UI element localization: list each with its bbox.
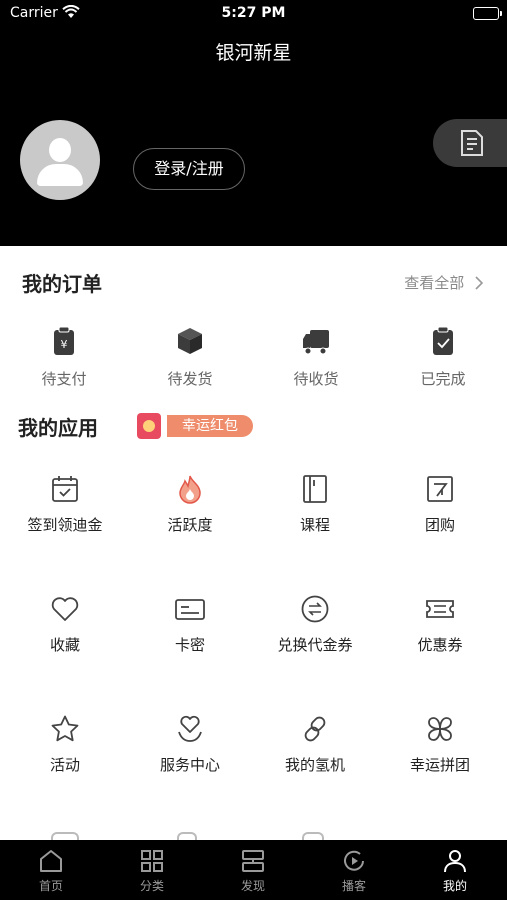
clipboard-check-icon bbox=[433, 326, 453, 355]
tab-label: 播客 bbox=[341, 879, 366, 893]
link-icon bbox=[304, 716, 326, 742]
next-row-icon-peek bbox=[302, 832, 324, 840]
avatar[interactable] bbox=[20, 120, 100, 200]
heart-icon bbox=[51, 597, 79, 621]
truck-icon bbox=[303, 330, 329, 355]
person-icon bbox=[444, 850, 466, 873]
grid-icon bbox=[141, 850, 163, 872]
app-label: 课程 bbox=[299, 516, 330, 534]
status-bar: Carrier 5:27 PM bbox=[0, 0, 507, 28]
app-label: 收藏 bbox=[49, 636, 80, 654]
document-icon bbox=[461, 130, 483, 156]
star-icon bbox=[51, 715, 79, 742]
app-label: 服务中心 bbox=[159, 756, 220, 774]
tab-discover[interactable]: 发现 bbox=[208, 848, 298, 894]
app-label: 优惠券 bbox=[417, 636, 463, 654]
chevron-right-icon bbox=[475, 276, 484, 294]
next-row-icon-peek bbox=[51, 832, 79, 840]
app-label: 签到领迪金 bbox=[27, 516, 103, 534]
svg-text:¥: ¥ bbox=[61, 338, 68, 351]
tab-categories[interactable]: 分类 bbox=[107, 848, 197, 894]
clover-icon bbox=[428, 717, 452, 741]
discover-icon bbox=[242, 850, 264, 872]
flame-icon bbox=[179, 475, 201, 504]
app-label: 团购 bbox=[424, 516, 455, 534]
status-time: 5:27 PM bbox=[221, 5, 286, 21]
app-coupons[interactable]: 优惠券 bbox=[385, 594, 495, 655]
tab-label: 我的 bbox=[442, 879, 467, 893]
order-label: 待支付 bbox=[41, 370, 87, 388]
app-label: 活跃度 bbox=[167, 516, 213, 534]
order-pending-payment[interactable]: ¥ 待支付 bbox=[14, 326, 114, 389]
book-icon bbox=[303, 475, 327, 503]
order-completed[interactable]: 已完成 bbox=[393, 326, 493, 389]
app-favorites[interactable]: 收藏 bbox=[10, 594, 120, 655]
see-all-label: 查看全部 bbox=[404, 274, 465, 292]
app-service-center[interactable]: 服务中心 bbox=[135, 714, 245, 775]
app-lucky-group[interactable]: 幸运拼团 bbox=[385, 714, 495, 775]
order-pending-shipment[interactable]: 待发货 bbox=[140, 326, 240, 389]
tab-label: 发现 bbox=[240, 879, 265, 893]
ticket-icon bbox=[426, 600, 454, 618]
app-card-code[interactable]: 卡密 bbox=[135, 594, 245, 655]
exchange-icon bbox=[301, 595, 329, 623]
profile-header: Carrier 5:27 PM 银河新星 登录/注册 bbox=[0, 0, 507, 246]
tab-label: 首页 bbox=[38, 879, 63, 893]
service-icon bbox=[178, 715, 202, 742]
orders-title: 我的订单 bbox=[22, 272, 102, 296]
tab-podcast[interactable]: 播客 bbox=[309, 848, 399, 894]
see-all-orders-link[interactable]: 查看全部 bbox=[404, 272, 484, 294]
order-pending-receipt[interactable]: 待收货 bbox=[266, 326, 366, 389]
app-my-device[interactable]: 我的氢机 bbox=[260, 714, 370, 775]
payment-pending-icon: ¥ bbox=[54, 326, 74, 355]
app-label: 幸运拼团 bbox=[409, 756, 470, 774]
apps-title: 我的应用 bbox=[18, 416, 98, 440]
package-icon bbox=[178, 328, 202, 354]
home-icon bbox=[40, 850, 62, 872]
app-group-buy[interactable]: 团购 bbox=[385, 474, 495, 535]
group-buy-icon bbox=[427, 476, 453, 502]
app-label: 卡密 bbox=[174, 636, 205, 654]
page-title: 银河新星 bbox=[215, 42, 292, 64]
app-label: 我的氢机 bbox=[284, 756, 345, 774]
lucky-badge-label: 幸运红包 bbox=[167, 415, 253, 437]
app-exchange-voucher[interactable]: 兑换代金券 bbox=[260, 594, 370, 655]
app-checkin[interactable]: 签到领迪金 bbox=[10, 474, 120, 535]
red-packet-icon bbox=[137, 413, 161, 439]
login-register-button[interactable]: 登录/注册 bbox=[133, 148, 245, 190]
next-row-icon-peek bbox=[177, 832, 197, 840]
app-activity[interactable]: 活跃度 bbox=[135, 474, 245, 535]
tab-label: 分类 bbox=[139, 879, 164, 893]
app-label: 活动 bbox=[49, 756, 80, 774]
app-courses[interactable]: 课程 bbox=[260, 474, 370, 535]
play-icon bbox=[344, 850, 364, 871]
battery-icon bbox=[473, 7, 502, 20]
card-icon bbox=[175, 599, 205, 620]
tab-home[interactable]: 首页 bbox=[6, 848, 96, 894]
notes-side-button[interactable] bbox=[433, 119, 507, 167]
calendar-check-icon bbox=[52, 476, 78, 502]
order-label: 待收货 bbox=[293, 370, 339, 388]
app-label: 兑换代金券 bbox=[277, 636, 353, 654]
tab-me[interactable]: 我的 bbox=[410, 848, 500, 894]
order-label: 已完成 bbox=[420, 370, 466, 388]
order-label: 待发货 bbox=[167, 370, 213, 388]
app-events[interactable]: 活动 bbox=[10, 714, 120, 775]
bottom-tab-bar: 首页 分类 发现 播客 我的 bbox=[0, 840, 507, 900]
